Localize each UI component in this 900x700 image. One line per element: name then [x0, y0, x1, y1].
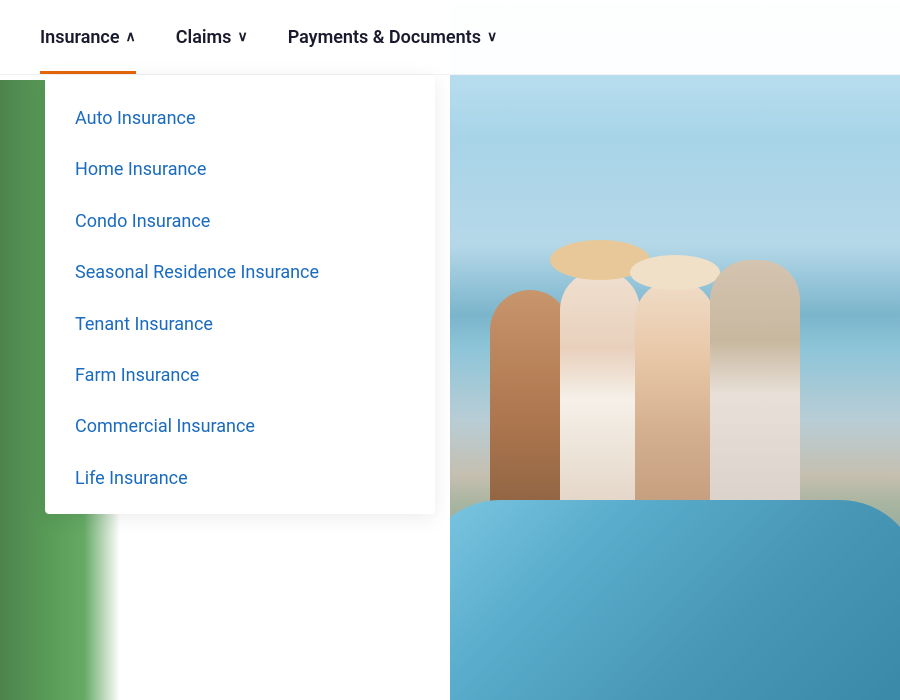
car-roof: [450, 500, 900, 700]
hat-2: [630, 255, 720, 290]
insurance-dropdown-menu: Auto Insurance Home Insurance Condo Insu…: [45, 75, 435, 514]
dropdown-item-life-insurance[interactable]: Life Insurance: [45, 453, 435, 504]
dropdown-item-condo-insurance[interactable]: Condo Insurance: [45, 196, 435, 247]
person-1: [490, 290, 570, 530]
nav-item-claims[interactable]: Claims ∨: [176, 27, 248, 48]
dropdown-item-tenant-insurance[interactable]: Tenant Insurance: [45, 299, 435, 350]
insurance-label: Insurance: [40, 27, 120, 48]
navigation-bar: Insurance ∧ Claims ∨ Payments & Document…: [0, 0, 900, 75]
dropdown-item-commercial-insurance[interactable]: Commercial Insurance: [45, 401, 435, 452]
person-2: [560, 270, 640, 530]
dropdown-item-seasonal-residence-insurance[interactable]: Seasonal Residence Insurance: [45, 247, 435, 298]
person-4: [710, 260, 800, 530]
payments-documents-label: Payments & Documents: [288, 27, 481, 48]
nav-items-container: Insurance ∧ Claims ∨ Payments & Document…: [40, 27, 497, 48]
person-3: [635, 280, 715, 530]
people-group: [480, 230, 860, 530]
nav-item-payments-documents[interactable]: Payments & Documents ∨: [288, 27, 498, 48]
insurance-chevron: ∧: [126, 29, 136, 45]
dropdown-item-home-insurance[interactable]: Home Insurance: [45, 144, 435, 195]
hero-photo: [450, 0, 900, 700]
dropdown-item-farm-insurance[interactable]: Farm Insurance: [45, 350, 435, 401]
nav-item-insurance[interactable]: Insurance ∧: [40, 27, 136, 48]
payments-documents-chevron: ∨: [487, 29, 497, 45]
claims-chevron: ∨: [237, 29, 247, 45]
dropdown-item-auto-insurance[interactable]: Auto Insurance: [45, 93, 435, 144]
claims-label: Claims: [176, 27, 232, 48]
